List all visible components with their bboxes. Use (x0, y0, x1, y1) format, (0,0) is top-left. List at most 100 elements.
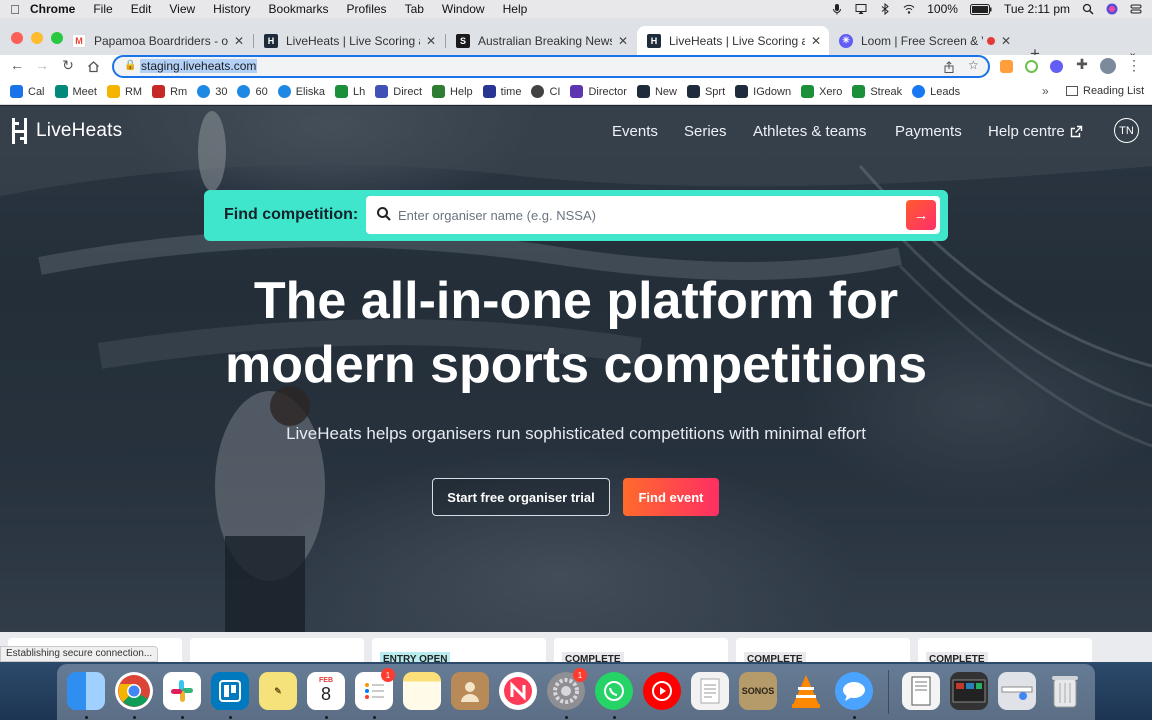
tab-news[interactable]: S Australian Breaking News Head ✕ (446, 26, 636, 55)
find-event-button[interactable]: Find event (623, 478, 719, 516)
screenshot-stack-icon[interactable] (950, 672, 988, 710)
bookmark-item[interactable]: Lh (335, 85, 365, 98)
event-card[interactable]: ENTRY OPEN (372, 638, 546, 668)
close-tab-icon[interactable]: ✕ (811, 34, 821, 48)
bookmark-item[interactable]: RM (106, 85, 142, 98)
messages-icon[interactable] (835, 672, 873, 710)
menu-window[interactable]: Window (442, 2, 485, 16)
bookmarks-overflow-icon[interactable]: » (1042, 84, 1049, 98)
reading-list[interactable]: Reading List (1066, 85, 1144, 97)
battery-icon[interactable] (969, 3, 992, 15)
microphone-icon[interactable] (831, 3, 843, 15)
trello-icon[interactable] (211, 672, 249, 710)
news-app-icon[interactable] (499, 672, 537, 710)
textedit-icon[interactable] (691, 672, 729, 710)
menu-help[interactable]: Help (503, 2, 528, 16)
event-card[interactable]: COMPLETE (554, 638, 728, 668)
kebab-menu-icon[interactable]: ⋮ (1124, 57, 1144, 74)
bookmark-item[interactable]: Xero (801, 85, 842, 98)
bookmark-item[interactable]: Rm (152, 85, 187, 98)
address-url[interactable]: staging.liveheats.com (140, 59, 258, 73)
bookmark-item[interactable]: CI (531, 85, 560, 98)
bookmark-item[interactable]: time (482, 85, 521, 98)
menu-profiles[interactable]: Profiles (347, 2, 387, 16)
extension-orange-icon[interactable] (1000, 60, 1013, 73)
calendar-icon[interactable]: FEB 8 (307, 672, 345, 710)
extension-green-icon[interactable] (1025, 60, 1038, 73)
nav-athletes-teams[interactable]: Athletes & teams (753, 123, 866, 140)
tab-loom[interactable]: ✳ Loom | Free Screen & Video ✕ (829, 26, 1019, 55)
bookmark-item[interactable]: Leads (912, 85, 960, 98)
back-icon[interactable]: ← (7, 57, 27, 73)
bookmark-item[interactable]: IGdown (735, 85, 791, 98)
menu-file[interactable]: File (93, 2, 112, 16)
close-tab-icon[interactable]: ✕ (234, 34, 244, 48)
event-card[interactable]: COMPLETE (736, 638, 910, 668)
downloads-stack-icon[interactable] (998, 672, 1036, 710)
airplay-icon[interactable] (855, 3, 867, 15)
youtube-icon[interactable] (643, 672, 681, 710)
bookmark-item[interactable]: Direct (375, 85, 422, 98)
loom-extension-icon[interactable] (1050, 60, 1063, 73)
reload-icon[interactable]: ↻ (58, 57, 78, 74)
siri-icon[interactable] (1106, 3, 1118, 15)
slack-icon[interactable] (163, 672, 201, 710)
share-icon[interactable] (943, 61, 955, 73)
nav-help-centre[interactable]: Help centre (988, 123, 1083, 140)
close-window-button[interactable] (11, 32, 23, 44)
menu-app-name[interactable]: Chrome (30, 2, 75, 16)
stickies-icon[interactable]: ✎ (259, 672, 297, 710)
bluetooth-icon[interactable] (879, 3, 891, 15)
nav-series[interactable]: Series (684, 123, 727, 140)
bookmark-item[interactable]: Sprt (686, 85, 725, 98)
extensions-puzzle-icon[interactable]: ✚ (1072, 56, 1092, 73)
sonos-icon[interactable]: SONOS (739, 672, 777, 710)
chrome-icon[interactable] (115, 672, 153, 710)
liveheats-logo[interactable]: LiveHeats (12, 118, 122, 144)
close-tab-icon[interactable]: ✕ (426, 34, 436, 48)
contacts-icon[interactable] (451, 672, 489, 710)
menu-history[interactable]: History (213, 2, 250, 16)
address-bar[interactable]: 🔒 staging.liveheats.com ☆ (112, 55, 990, 78)
forward-icon[interactable]: → (32, 57, 52, 73)
bookmark-star-icon[interactable]: ☆ (968, 58, 979, 72)
lock-icon[interactable]: 🔒 (124, 60, 136, 71)
menubar-clock[interactable]: Tue 2:11 pm (1004, 2, 1070, 16)
profile-avatar-icon[interactable] (1100, 58, 1116, 74)
tab-liveheats-1[interactable]: H LiveHeats | Live Scoring and C ✕ (254, 26, 444, 55)
event-card[interactable] (190, 638, 364, 662)
wifi-icon[interactable] (903, 3, 915, 15)
organiser-search-input[interactable]: Enter organiser name (e.g. NSSA) → (366, 196, 940, 234)
trash-icon[interactable] (1046, 672, 1084, 710)
finder-icon[interactable] (67, 672, 105, 710)
bookmark-item[interactable]: Streak (852, 85, 902, 98)
spotlight-search-icon[interactable] (1082, 3, 1094, 15)
vlc-icon[interactable] (787, 672, 825, 710)
bookmark-item[interactable]: Director (570, 85, 627, 98)
bookmark-item[interactable]: 30 (197, 85, 227, 98)
close-tab-icon[interactable]: ✕ (618, 34, 628, 48)
minimize-window-button[interactable] (31, 32, 43, 44)
bookmark-item[interactable]: Eliska (277, 85, 325, 98)
apple-icon[interactable]:  (0, 2, 30, 17)
start-free-trial-button[interactable]: Start free organiser trial (432, 478, 610, 516)
bookmark-item[interactable]: 60 (237, 85, 268, 98)
bookmark-item[interactable]: Cal (10, 85, 45, 98)
menu-tab[interactable]: Tab (405, 2, 424, 16)
home-icon[interactable] (87, 60, 100, 73)
nav-events[interactable]: Events (612, 123, 658, 140)
bookmark-item[interactable]: New (636, 85, 677, 98)
notes-icon[interactable] (403, 672, 441, 710)
tab-gmail[interactable]: M Papamoa Boardriders - order c ✕ (62, 26, 252, 55)
tab-liveheats-active[interactable]: H LiveHeats | Live Scoring and C ✕ (637, 26, 829, 55)
menu-bookmarks[interactable]: Bookmarks (269, 2, 329, 16)
menu-edit[interactable]: Edit (131, 2, 152, 16)
user-avatar[interactable]: TN (1114, 118, 1139, 143)
bookmark-item[interactable]: Help (432, 85, 473, 98)
event-card[interactable]: COMPLETE (918, 638, 1092, 668)
control-center-icon[interactable] (1130, 3, 1142, 15)
menu-view[interactable]: View (169, 2, 195, 16)
search-submit-button[interactable]: → (906, 200, 936, 230)
close-tab-icon[interactable]: ✕ (1001, 34, 1011, 48)
bookmark-item[interactable]: Meet (54, 85, 97, 98)
